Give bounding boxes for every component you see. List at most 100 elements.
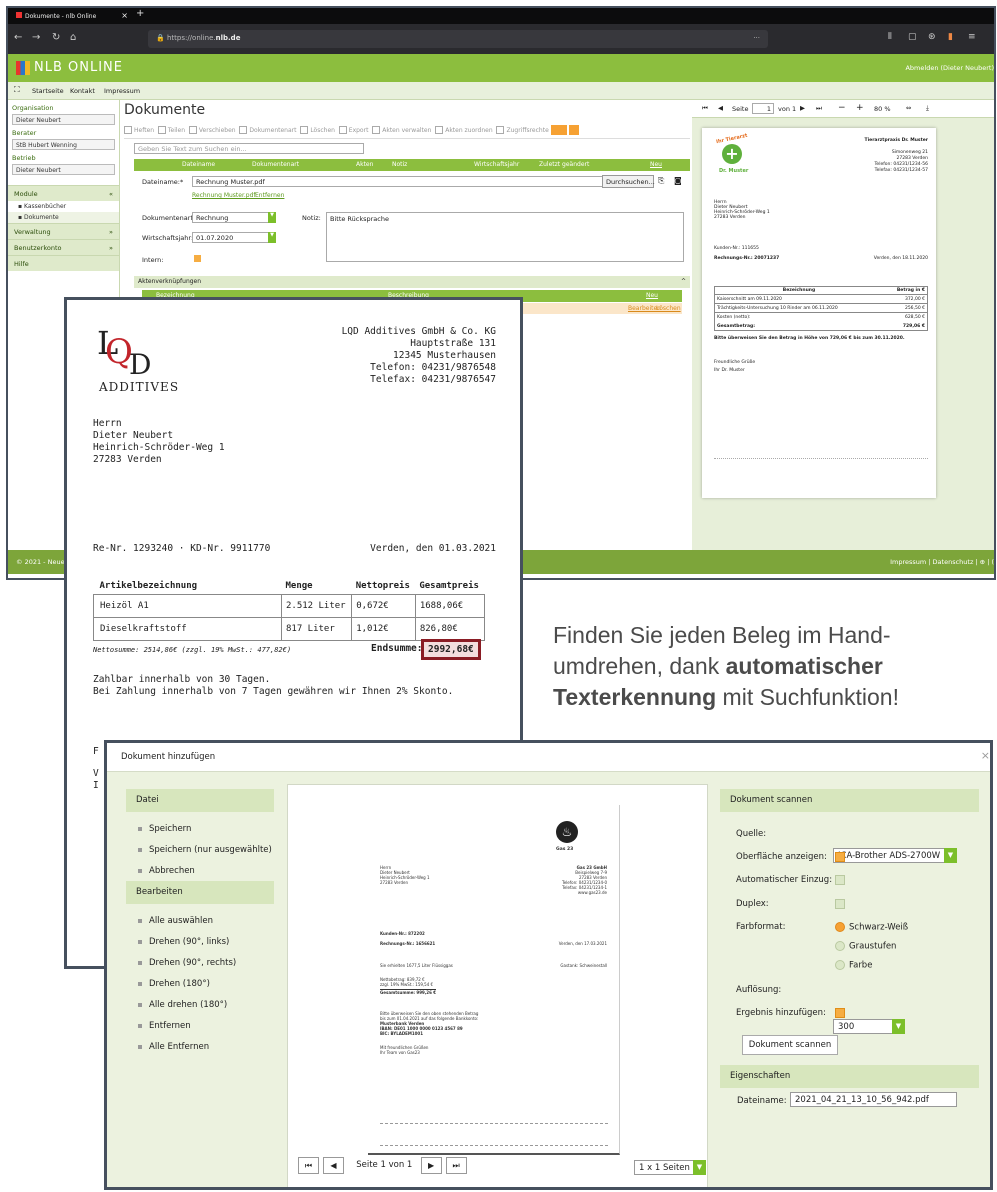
toolbar-export[interactable]: Export bbox=[338, 126, 368, 134]
radio-schwarzweiss[interactable]: Schwarz-Weiß bbox=[835, 922, 908, 933]
col-dokumentenart[interactable]: Dokumentenart bbox=[252, 161, 299, 168]
addon-icon[interactable]: ▮ bbox=[948, 32, 953, 42]
menu-item-speichern-auswahl[interactable]: Speichern (nur ausgewählte) bbox=[126, 839, 274, 860]
menu-item-entfernen[interactable]: Entfernen bbox=[126, 1015, 274, 1036]
menu-icon[interactable]: ≡ bbox=[968, 32, 976, 42]
menu-item-alle-entfernen[interactable]: Alle Entfernen bbox=[126, 1036, 274, 1057]
dateiname-input[interactable]: 2021_04_21_13_10_56_942.pdf bbox=[790, 1092, 957, 1107]
browser-tab[interactable]: Dokumente - nlb Online × bbox=[12, 10, 130, 22]
file-link[interactable]: Rechnung Muster.pdf bbox=[192, 192, 256, 199]
radio-farbe[interactable]: Farbe bbox=[835, 960, 872, 971]
forward-icon[interactable]: → bbox=[32, 32, 40, 43]
sidebar-item-kassenbuecher[interactable]: ▪ Kassenbücher bbox=[8, 201, 119, 212]
wj-select[interactable]: 01.07.2020 ▼ bbox=[192, 232, 276, 243]
toolbar-zugriffsrechte[interactable]: Zugriffsrechte bbox=[496, 126, 549, 134]
radio-graustufen[interactable]: Graustufen bbox=[835, 941, 896, 952]
zoom-out-icon[interactable]: − bbox=[838, 103, 846, 113]
fit-width-icon[interactable]: ⇔ bbox=[906, 104, 911, 112]
intern-checkbox[interactable] bbox=[194, 255, 201, 262]
akten-new-link[interactable]: Neu bbox=[646, 292, 658, 299]
toolbar-loeschen[interactable]: Löschen bbox=[300, 126, 335, 134]
auto-checkbox[interactable] bbox=[835, 875, 845, 885]
zoom-in-icon[interactable]: + bbox=[856, 103, 864, 113]
berater-select[interactable]: StB Hubert Wenning bbox=[12, 139, 115, 150]
page-actions-icon[interactable]: ··· bbox=[753, 34, 760, 42]
menu-item-speichern[interactable]: Speichern bbox=[126, 818, 274, 839]
menu-item-abbrechen[interactable]: Abbrechen bbox=[126, 860, 274, 881]
col-wirtschaftsjahr[interactable]: Wirtschaftsjahr bbox=[474, 161, 519, 168]
logout-link[interactable]: Abmelden (Dieter Neubert) bbox=[905, 64, 994, 72]
menu-item-alle-drehen[interactable]: Alle drehen (180°) bbox=[126, 994, 274, 1015]
delete-link[interactable]: Löschen bbox=[656, 305, 681, 312]
sidebar-section-verwaltung[interactable]: Verwaltung » bbox=[8, 223, 119, 239]
sidebar-section-benutzerkonto[interactable]: Benutzerkonto » bbox=[8, 239, 119, 255]
doktyp-select[interactable]: Rechnung ▼ bbox=[192, 212, 276, 223]
sidebar-icon[interactable]: ▢ bbox=[908, 32, 917, 42]
toolbar-heften[interactable]: Heften bbox=[124, 126, 154, 134]
duplex-checkbox[interactable] bbox=[835, 899, 845, 909]
first-page-button[interactable]: ⏮ bbox=[298, 1157, 319, 1174]
new-tab-button[interactable]: + bbox=[136, 8, 144, 19]
scanner-icon[interactable]: ⎘ bbox=[658, 176, 664, 186]
camera-icon[interactable]: ◙ bbox=[674, 176, 682, 185]
prev-page-button[interactable]: ◀ bbox=[323, 1157, 344, 1174]
menu-item-drehen-links[interactable]: Drehen (90°, links) bbox=[126, 931, 274, 952]
col-dateiname[interactable]: Dateiname bbox=[182, 161, 215, 168]
home-icon[interactable]: ⌂ bbox=[70, 32, 76, 43]
col-zuletzt-geaendert[interactable]: Zuletzt geändert bbox=[539, 161, 589, 168]
nav-kontakt[interactable]: Kontakt bbox=[70, 87, 95, 95]
aufloesung-select[interactable]: 300 ▼ bbox=[833, 1019, 905, 1034]
quelle-select[interactable]: ICA-Brother ADS-2700W ▼ bbox=[833, 848, 957, 863]
download-icon[interactable]: ⤓ bbox=[926, 104, 929, 113]
toolbar-akten-verwalten[interactable]: Akten verwalten bbox=[372, 126, 431, 134]
footer-links[interactable]: Impressum | Datenschutz | ⊕ | ( bbox=[890, 558, 994, 566]
back-icon[interactable]: ← bbox=[14, 32, 22, 43]
reload-icon[interactable]: ↻ bbox=[52, 32, 60, 43]
toolbar-verschieben[interactable]: Verschieben bbox=[188, 126, 236, 134]
next-page-button[interactable]: ▶ bbox=[420, 1157, 442, 1174]
filter-icon[interactable] bbox=[550, 125, 567, 135]
fullscreen-icon[interactable]: ⛶ bbox=[14, 85, 20, 95]
close-icon[interactable]: × bbox=[981, 749, 990, 762]
library-icon[interactable]: ⫴ bbox=[888, 32, 892, 42]
close-tab-icon[interactable]: × bbox=[121, 11, 128, 20]
last-page-icon[interactable]: ⏭ bbox=[816, 104, 822, 113]
zoom-level[interactable]: 80 % bbox=[874, 105, 891, 113]
menu-label: Alle auswählen bbox=[149, 915, 214, 926]
search-input[interactable]: Geben Sie Text zum Suchen ein... bbox=[134, 143, 364, 154]
dateiname-field[interactable]: Rechnung Muster.pdf bbox=[192, 176, 612, 187]
col-notiz[interactable]: Notiz bbox=[392, 161, 407, 168]
toolbar-dokumentenart[interactable]: Dokumentenart bbox=[239, 126, 296, 134]
menu-item-drehen-180[interactable]: Drehen (180°) bbox=[126, 973, 274, 994]
browse-button[interactable]: Durchsuchen... bbox=[602, 175, 655, 188]
extension-icon[interactable]: ⊛ bbox=[928, 32, 936, 42]
page-input[interactable]: 1 bbox=[752, 103, 774, 114]
last-page-button[interactable]: ⏭ bbox=[445, 1157, 467, 1174]
nav-impressum[interactable]: Impressum bbox=[104, 87, 140, 95]
toolbar-teilen[interactable]: Teilen bbox=[157, 126, 185, 134]
notiz-field[interactable]: Bitte Rücksprache bbox=[326, 212, 684, 262]
oberflaeche-checkbox[interactable] bbox=[835, 852, 845, 862]
new-link[interactable]: Neu bbox=[650, 161, 662, 168]
remove-link[interactable]: Entfernen bbox=[255, 192, 284, 199]
nav-startseite[interactable]: Startseite bbox=[32, 87, 64, 95]
org-select[interactable]: Dieter Neubert bbox=[12, 114, 115, 125]
menu-item-alle-auswaehlen[interactable]: Alle auswählen bbox=[126, 910, 274, 931]
layout-select[interactable]: 1 x 1 Seiten ▼ bbox=[634, 1160, 706, 1175]
toolbar-akten-zuordnen[interactable]: Akten zuordnen bbox=[435, 126, 493, 134]
col-akten[interactable]: Akten bbox=[356, 161, 373, 168]
akten-section-header[interactable]: Aktenverknüpfungen ^ bbox=[134, 276, 690, 288]
sidebar-section-module[interactable]: Module « bbox=[8, 185, 119, 201]
next-page-icon[interactable]: ▶ bbox=[800, 104, 805, 112]
url-field[interactable]: 🔒 https://online.nlb.de ··· bbox=[148, 30, 768, 48]
sidebar-item-dokumente[interactable]: ▪ Dokumente bbox=[8, 212, 119, 223]
grid-icon[interactable] bbox=[568, 125, 579, 135]
prev-page-icon[interactable]: ◀ bbox=[718, 104, 723, 112]
first-page-icon[interactable]: ⏮ bbox=[702, 104, 708, 113]
scan-button[interactable]: Dokument scannen bbox=[742, 1035, 838, 1055]
betrieb-select[interactable]: Dieter Neubert bbox=[12, 164, 115, 175]
menu-item-drehen-rechts[interactable]: Drehen (90°, rechts) bbox=[126, 952, 274, 973]
sender-line: Tierarztpraxis Dr. Muster bbox=[864, 138, 928, 143]
sidebar-section-hilfe[interactable]: Hilfe bbox=[8, 255, 119, 271]
ergebnis-checkbox[interactable] bbox=[835, 1008, 845, 1018]
